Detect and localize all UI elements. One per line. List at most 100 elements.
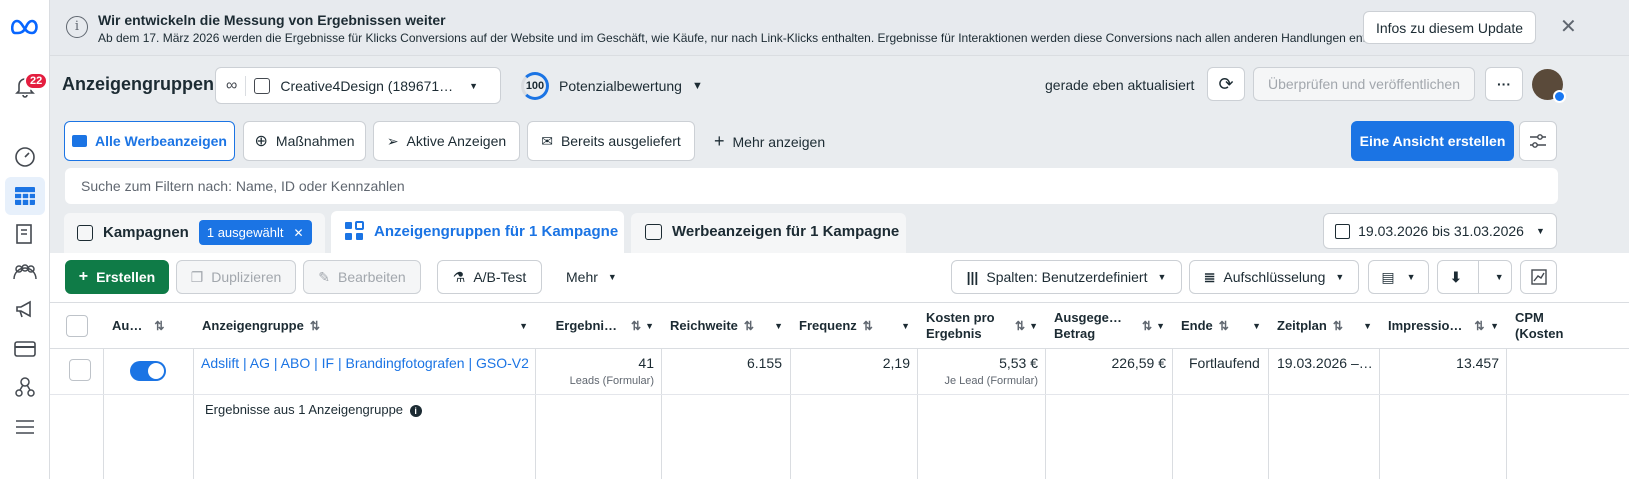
columns-dropdown[interactable]: ||| Spalten: Benutzerdefiniert ▼ (951, 260, 1182, 294)
chevron-down-icon[interactable]: ▼ (1029, 318, 1038, 334)
potential-score-dropdown[interactable]: Potenzialbewertung ▼ (559, 78, 703, 94)
adset-name-link[interactable]: Adslift | AG | ABO | IF | Brandingfotogr… (201, 355, 529, 371)
view-all-ads[interactable]: Alle Werbeanzeigen (64, 121, 235, 161)
header-impressions[interactable]: Impressio… ⇅ ▼ (1380, 303, 1507, 349)
select-all-header (50, 303, 104, 349)
cost-per-result-type: Je Lead (Formular) (944, 375, 1038, 387)
sort-icon[interactable]: ⇅ (631, 319, 641, 333)
close-icon[interactable]: ✕ (293, 226, 303, 240)
adset-toggle[interactable] (130, 361, 166, 381)
sort-icon[interactable]: ⇅ (744, 319, 754, 333)
events-manager-icon[interactable] (5, 368, 45, 406)
ads-manager-table-icon[interactable] (5, 177, 45, 215)
chevron-down-icon[interactable]: ▼ (1363, 321, 1372, 331)
impressions-value: 13.457 (1456, 355, 1499, 371)
last-updated-text: gerade eben aktualisiert (1045, 77, 1195, 93)
sort-icon[interactable]: ⇅ (1219, 319, 1229, 333)
results-value: 41 (638, 355, 654, 371)
header-adset-name[interactable]: Anzeigengruppe ⇅ ▼ (194, 303, 536, 349)
view-actions[interactable]: ⊕ Maßnahmen (243, 121, 366, 161)
meta-link-icon: ∞ (226, 76, 238, 94)
duplicate-button[interactable]: ❐ Duplizieren (176, 260, 296, 294)
header-onoff[interactable]: Au… ⇅ (104, 303, 194, 349)
more-label: Mehr (566, 269, 598, 285)
plus-icon: + (78, 268, 89, 285)
tab-ads-label: Werbeanzeigen für 1 Kampagne (672, 223, 900, 240)
info-icon[interactable]: i (409, 405, 422, 417)
tab-campaigns-label: Kampagnen (103, 224, 189, 241)
header-schedule[interactable]: Zeitplan ⇅ ▼ (1269, 303, 1380, 349)
close-icon[interactable]: ✕ (1560, 14, 1577, 39)
create-button[interactable]: + Erstellen (65, 260, 169, 294)
tab-campaigns-content[interactable]: Kampagnen 1 ausgewählt ✕ (77, 220, 312, 245)
page-title: Anzeigengruppen (62, 74, 214, 94)
amount-spent-value: 226,59 € (1111, 355, 1167, 371)
header-end[interactable]: Ende ⇅ ▼ (1173, 303, 1269, 349)
sort-icon[interactable]: ⇅ (863, 319, 873, 333)
avatar[interactable] (1532, 69, 1566, 103)
account-selector[interactable]: ∞ Creative4Design (189671… ▼ (215, 67, 501, 104)
more-dropdown[interactable]: Mehr ▼ (566, 269, 617, 285)
chevron-down-icon[interactable]: ▼ (774, 321, 783, 331)
edit-button[interactable]: ✎ Bearbeiten (303, 260, 421, 294)
chevron-down-icon[interactable]: ▼ (1156, 318, 1165, 334)
breakdown-dropdown[interactable]: ≣ Aufschlüsselung ▼ (1189, 260, 1359, 294)
ab-test-label: A/B-Test (473, 269, 527, 285)
end-value: Fortlaufend (1189, 355, 1260, 371)
export-dropdown[interactable]: ⬇ ▼ (1437, 260, 1512, 294)
header-cost-per-result[interactable]: Kosten pro Ergebnis ⇅ ▼ (918, 303, 1046, 349)
meta-logo-icon[interactable] (5, 8, 45, 46)
update-info-button[interactable]: Infos zu diesem Update (1363, 11, 1536, 44)
sort-icon[interactable]: ⇅ (1015, 318, 1025, 334)
header-frequency[interactable]: Frequenz ⇅ ▼ (791, 303, 918, 349)
refresh-icon[interactable]: ⟳ (1207, 67, 1245, 101)
search-input[interactable]: Suche zum Filtern nach: Name, ID oder Ke… (65, 168, 1558, 204)
megaphone-icon[interactable] (5, 291, 45, 329)
chevron-down-icon[interactable]: ▼ (1252, 321, 1261, 331)
sort-icon[interactable]: ⇅ (1142, 318, 1152, 334)
more-options-button[interactable]: ··· (1485, 67, 1523, 101)
header-reach[interactable]: Reichweite ⇅ ▼ (662, 303, 791, 349)
date-range-picker[interactable]: 19.03.2026 bis 31.03.2026 ▼ (1323, 213, 1557, 249)
header-results[interactable]: Ergebni… ⇅ ▼ (536, 303, 662, 349)
sort-icon[interactable]: ⇅ (1474, 319, 1484, 333)
pages-icon[interactable] (5, 215, 45, 253)
view-delivered[interactable]: ✉ Bereits ausgeliefert (527, 121, 695, 161)
selected-filter-chip[interactable]: 1 ausgewählt ✕ (198, 220, 312, 245)
all-tools-menu-icon[interactable] (5, 408, 45, 446)
chevron-down-icon[interactable]: ▼ (645, 321, 654, 331)
send-icon: ➢ (386, 132, 399, 149)
header-cpm[interactable]: CPM (Kosten (1507, 303, 1629, 349)
chevron-down-icon[interactable]: ▼ (1490, 321, 1499, 331)
notifications-icon[interactable]: 22 (5, 68, 49, 106)
select-all-checkbox[interactable] (66, 314, 88, 337)
chevron-down-icon[interactable]: ▼ (519, 321, 528, 331)
review-publish-button[interactable]: Überprüfen und veröffentlichen (1253, 67, 1475, 101)
view-active-ads[interactable]: ➢ Aktive Anzeigen (373, 121, 520, 161)
settings-sliders-icon[interactable] (1519, 121, 1557, 161)
sort-icon[interactable]: ⇅ (154, 319, 164, 333)
ab-test-button[interactable]: ⚗ A/B-Test (437, 260, 542, 294)
sort-icon[interactable]: ⇅ (1333, 319, 1343, 333)
show-more-views[interactable]: + Mehr anzeigen (714, 131, 825, 152)
tab-ads-content[interactable]: Werbeanzeigen für 1 Kampagne (645, 223, 899, 240)
tab-adsets-content[interactable]: Anzeigengruppen für 1 Kampagne (344, 221, 618, 241)
chevron-down-icon[interactable]: ▼ (901, 321, 910, 331)
header-onoff-label: Au… (112, 318, 143, 333)
duplicate-label: Duplizieren (211, 269, 282, 285)
summary-label: Ergebnisse aus 1 Anzeigengruppe (205, 402, 404, 417)
charts-icon[interactable] (1520, 260, 1557, 294)
create-view-button[interactable]: Eine Ansicht erstellen (1351, 121, 1514, 161)
audiences-icon[interactable] (5, 253, 45, 291)
header-amount-spent[interactable]: Ausgege… Betrag ⇅ ▼ (1046, 303, 1173, 349)
breakdown-icon: ≣ (1203, 268, 1216, 285)
billing-card-icon[interactable] (5, 330, 45, 368)
dashboard-gauge-icon[interactable] (5, 138, 45, 176)
facebook-badge-icon (1553, 90, 1566, 103)
header-impressions-label: Impressio… (1388, 318, 1463, 333)
chevron-down-icon: ▼ (1335, 272, 1345, 282)
row-checkbox[interactable] (69, 359, 91, 381)
arrow-up-circle-icon: ⊕ (254, 133, 268, 150)
reports-dropdown[interactable]: ▤ ▼ (1368, 260, 1429, 294)
sort-icon[interactable]: ⇅ (310, 319, 320, 333)
